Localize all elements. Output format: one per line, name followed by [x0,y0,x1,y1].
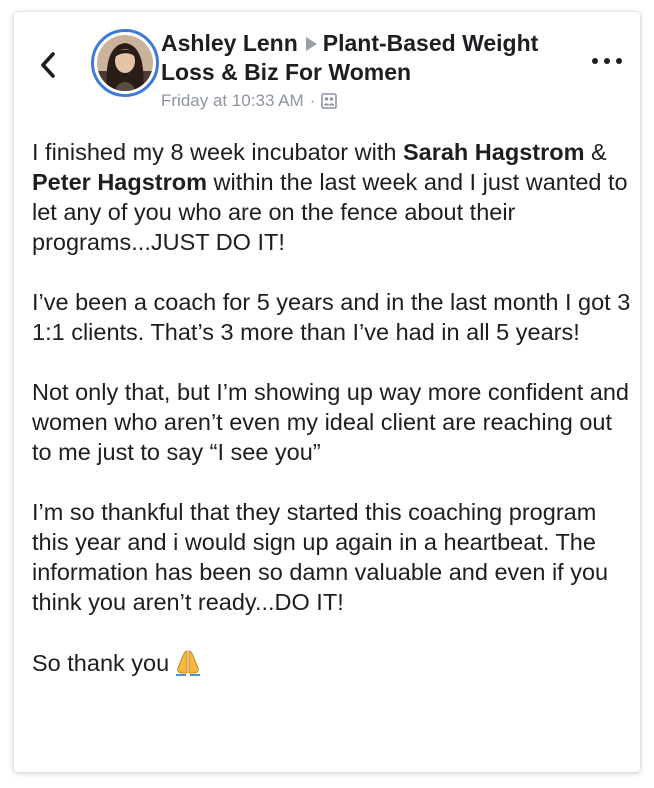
post-card: Ashley Lenn Plant-Based Weight Loss & Biz… [14,12,640,772]
folded-hands-icon [173,647,203,684]
post-paragraph: I finished my 8 week incubator with Sara… [32,137,632,257]
paragraph-text: I finished my 8 week incubator with [32,139,403,165]
back-button[interactable] [38,50,58,80]
right-triangle-icon [305,37,317,52]
paragraph-text: & [584,139,607,165]
members-group-icon [321,93,338,109]
post-title: Ashley Lenn Plant-Based Weight Loss & Biz… [161,29,581,87]
post-paragraph: I’m so thankful that they started this c… [32,499,609,615]
timestamp[interactable]: Friday at 10:33 AM [161,90,304,112]
post-meta: Friday at 10:33 AM · [161,90,581,112]
post-paragraph: I’ve been a coach for 5 years and in the… [32,289,631,345]
post-paragraph: Not only that, but I’m showing up way mo… [32,379,629,465]
post-paragraph: So thank you [32,647,632,684]
more-options-button[interactable] [592,54,622,68]
more-dot-icon [616,58,622,64]
post-header: Ashley Lenn Plant-Based Weight Loss & Biz… [161,29,581,112]
mention-sarah[interactable]: Sarah Hagstrom [403,139,585,165]
mention-peter[interactable]: Peter Hagstrom [32,169,207,195]
closing-text: So thank you [32,650,170,676]
separator: · [309,91,316,110]
avatar[interactable] [91,29,159,97]
more-dot-icon [604,58,610,64]
author-name[interactable]: Ashley Lenn [161,30,298,56]
more-dot-icon [592,58,598,64]
profile-photo [97,35,153,91]
chevron-left-icon [41,52,55,78]
post-body: I finished my 8 week incubator with Sara… [32,137,632,714]
